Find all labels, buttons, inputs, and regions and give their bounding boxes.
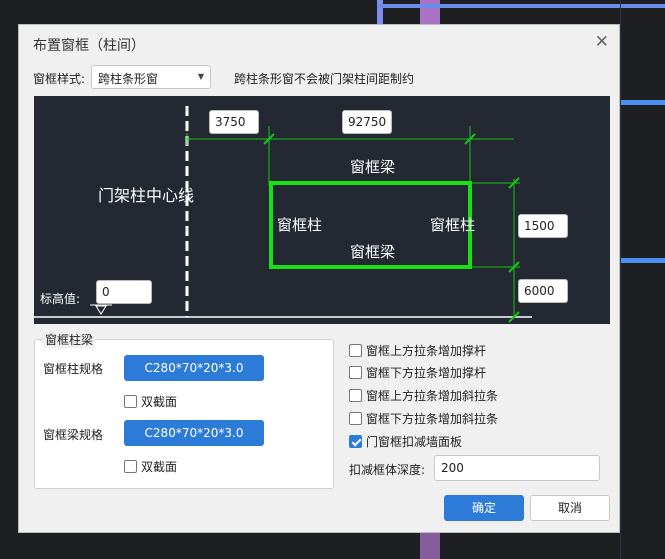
group-title: 窗框柱梁 <box>43 331 96 348</box>
column-double-section-checkbox[interactable]: 双截面 <box>124 393 177 410</box>
checkbox-label: 窗框上方拉条增加斜拉条 <box>366 389 499 403</box>
checkbox-label: 窗框下方拉条增加撑杆 <box>366 366 487 380</box>
dim-top-input[interactable]: 92750 <box>342 110 392 134</box>
frame-column-beam-group: 窗框柱梁 窗框柱规格 C280*70*20*3.0 双截面 窗框梁规格 C280… <box>34 331 334 489</box>
checkbox-icon <box>349 412 362 425</box>
chevron-down-icon: ▼ <box>197 72 204 81</box>
checkbox-checked-icon <box>349 435 362 448</box>
checkbox-icon <box>349 389 362 402</box>
option-bottom-strut-checkbox[interactable]: 窗框下方拉条增加撑杆 <box>349 364 486 381</box>
column-right-label: 窗框柱 <box>430 216 476 234</box>
deduct-depth-label: 扣减框体深度: <box>349 463 426 477</box>
option-top-diagonal-checkbox[interactable]: 窗框上方拉条增加斜拉条 <box>349 387 498 404</box>
checkbox-icon <box>349 344 362 357</box>
window-style-label: 窗框样式: <box>33 72 86 86</box>
cancel-button[interactable]: 取消 <box>530 495 610 521</box>
background-line <box>620 258 665 263</box>
window-style-value: 跨柱条形窗 <box>98 72 159 86</box>
beam-spec-button[interactable]: C280*70*20*3.0 <box>124 420 264 446</box>
checkbox-label: 门窗框扣减墙面板 <box>366 435 463 449</box>
checkbox-icon <box>124 460 137 473</box>
dim-bottom-input[interactable]: 6000 <box>518 279 568 303</box>
elevation-marker <box>95 305 107 315</box>
background-line <box>420 533 440 559</box>
background-line <box>620 0 621 559</box>
checkbox-icon <box>124 395 137 408</box>
preview-canvas: 3750 92750 1500 6000 标高值: 0 门架柱中心线 窗框梁 窗… <box>34 96 610 324</box>
checkbox-label: 双截面 <box>141 460 178 474</box>
column-spec-label: 窗框柱规格 <box>43 362 104 376</box>
window-style-select[interactable]: 跨柱条形窗 ▼ <box>91 65 211 89</box>
window-style-note: 跨柱条形窗不会被门架柱间距制约 <box>234 72 415 86</box>
elevation-input[interactable]: 0 <box>96 280 152 304</box>
beam-top-label: 窗框梁 <box>350 158 396 176</box>
option-deduct-wall-panel-checkbox[interactable]: 门窗框扣减墙面板 <box>349 433 462 450</box>
elevation-label: 标高值: <box>40 292 81 306</box>
centerline-label: 门架柱中心线 <box>98 186 195 205</box>
ok-button[interactable]: 确定 <box>444 495 524 521</box>
beam-bottom-label: 窗框梁 <box>350 243 396 261</box>
beam-double-section-checkbox[interactable]: 双截面 <box>124 458 177 475</box>
deduct-depth-input[interactable]: 200 <box>434 455 600 481</box>
dim-left-input[interactable]: 3750 <box>209 110 259 134</box>
background-line <box>620 100 665 105</box>
background-line <box>377 4 665 8</box>
column-spec-button[interactable]: C280*70*20*3.0 <box>124 355 264 381</box>
checkbox-icon <box>349 366 362 379</box>
checkbox-label: 窗框下方拉条增加斜拉条 <box>366 412 499 426</box>
checkbox-label: 窗框上方拉条增加撑杆 <box>366 344 487 358</box>
close-icon[interactable]: ✕ <box>595 34 609 51</box>
beam-spec-label: 窗框梁规格 <box>43 428 104 442</box>
dim-height-input[interactable]: 1500 <box>518 214 568 238</box>
layout-window-frame-dialog: 布置窗框（柱间） ✕ 窗框样式: 跨柱条形窗 ▼ 跨柱条形窗不会被门架柱间距制约 <box>18 24 620 533</box>
option-bottom-diagonal-checkbox[interactable]: 窗框下方拉条增加斜拉条 <box>349 410 498 427</box>
option-top-strut-checkbox[interactable]: 窗框上方拉条增加撑杆 <box>349 342 486 359</box>
dialog-title: 布置窗框（柱间） <box>33 38 145 54</box>
column-left-label: 窗框柱 <box>277 216 323 234</box>
checkbox-label: 双截面 <box>141 395 178 409</box>
